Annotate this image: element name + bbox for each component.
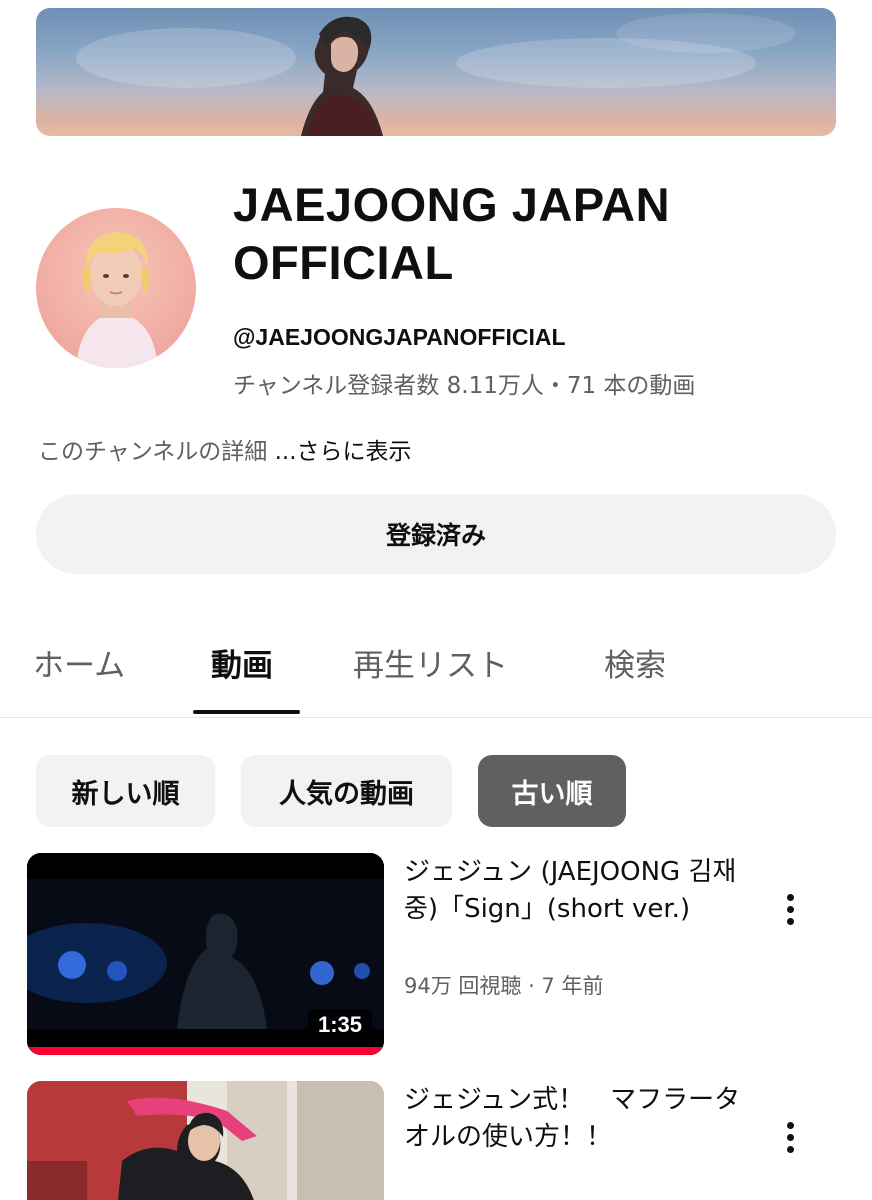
tab-search[interactable]: 検索 — [604, 640, 666, 685]
chip-oldest[interactable]: 古い順 — [478, 755, 626, 827]
active-tab-indicator — [193, 710, 300, 714]
video-thumbnail[interactable] — [27, 1081, 384, 1200]
channel-stats: チャンネル登録者数 8.11万人・71 本の動画 — [233, 373, 696, 399]
show-more-link[interactable]: ...さらに表示 — [275, 439, 412, 465]
video-thumbnail[interactable]: 1:35 — [27, 853, 384, 1055]
channel-handle: @JAEJOONGJAPANOFFICIAL — [233, 324, 566, 350]
channel-avatar[interactable] — [36, 208, 196, 368]
watch-progress-bar — [27, 1047, 384, 1055]
banner-person-image — [301, 16, 383, 136]
tab-home[interactable]: ホーム — [33, 640, 125, 685]
more-options-icon[interactable] — [775, 1112, 805, 1162]
thumbnail-image — [27, 1081, 384, 1200]
channel-banner — [36, 8, 836, 136]
chip-popular[interactable]: 人気の動画 — [241, 755, 452, 827]
more-options-icon[interactable] — [775, 884, 805, 934]
chip-newest[interactable]: 新しい順 — [36, 755, 215, 827]
channel-tabs: ホーム 動画 再生リスト 検索 — [0, 630, 872, 718]
channel-description[interactable]: このチャンネルの詳細 ...さらに表示 — [38, 432, 412, 466]
video-title[interactable]: ジェジュン (JAEJOONG 김재중)「Sign」(short ver.) — [404, 854, 744, 928]
video-meta: 94万 回視聴 · 7 年前 — [404, 974, 604, 998]
video-duration: 1:35 — [307, 1009, 372, 1041]
tab-videos[interactable]: 動画 — [211, 640, 273, 685]
channel-name: JAEJOONG JAPAN OFFICIAL — [233, 178, 671, 289]
avatar-person-image — [76, 232, 158, 368]
description-text: このチャンネルの詳細 — [38, 439, 275, 465]
subscribed-button[interactable]: 登録済み — [36, 494, 836, 574]
video-title[interactable]: ジェジュン式！ マフラータオルの使い方！！ — [404, 1082, 744, 1156]
tab-playlists[interactable]: 再生リスト — [353, 640, 508, 685]
